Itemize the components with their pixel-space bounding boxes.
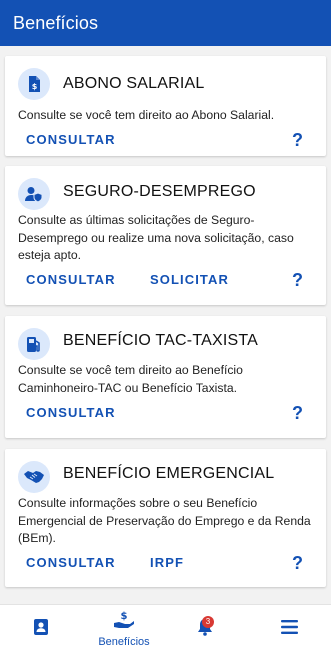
card-seguro-desemprego: SEGURO-DESEMPREGO Consulte as últimas so… bbox=[5, 166, 326, 305]
card-description: Consulte se você tem direito ao Benefíci… bbox=[18, 363, 243, 395]
card-abono-salarial: $ ABONO SALARIAL Consulte se você tem di… bbox=[5, 56, 326, 156]
notification-badge: 3 bbox=[202, 616, 214, 628]
benefits-list: $ ABONO SALARIAL Consulte se você tem di… bbox=[0, 46, 331, 604]
menu-icon bbox=[280, 619, 298, 639]
svg-text:$: $ bbox=[32, 82, 38, 91]
person-shield-icon bbox=[18, 178, 50, 210]
app-bar: Benefícios bbox=[0, 0, 331, 46]
hand-money-icon: $ bbox=[113, 610, 135, 635]
card-description: Consulte se você tem direito ao Abono Sa… bbox=[18, 108, 275, 122]
consultar-button[interactable]: CONSULTAR bbox=[26, 555, 116, 570]
help-button[interactable]: ? bbox=[292, 270, 303, 291]
card-description: Consulte informações sobre o seu Benefíc… bbox=[18, 496, 311, 545]
irpf-button[interactable]: IRPF bbox=[150, 555, 184, 570]
card-title: BENEFÍCIO TAC-TAXISTA bbox=[63, 332, 259, 349]
page-title: Benefícios bbox=[13, 12, 99, 33]
nav-item-menu[interactable] bbox=[270, 605, 308, 652]
id-card-icon bbox=[34, 618, 48, 640]
help-button[interactable]: ? bbox=[292, 553, 303, 574]
handshake-icon bbox=[18, 461, 50, 493]
svg-text:$: $ bbox=[121, 611, 128, 622]
bottom-nav: $ Benefícios 3 bbox=[0, 604, 331, 652]
card-title: ABONO SALARIAL bbox=[63, 75, 205, 92]
card-title: BENEFÍCIO EMERGENCIAL bbox=[63, 465, 275, 482]
help-button[interactable]: ? bbox=[292, 403, 303, 424]
consultar-button[interactable]: CONSULTAR bbox=[26, 405, 116, 420]
nav-label: Benefícios bbox=[98, 636, 150, 648]
nav-item-notifications[interactable]: 3 bbox=[188, 605, 222, 652]
solicitar-button[interactable]: SOLICITAR bbox=[150, 272, 229, 287]
card-title: SEGURO-DESEMPREGO bbox=[63, 183, 256, 200]
consultar-button[interactable]: CONSULTAR bbox=[26, 132, 116, 147]
help-button[interactable]: ? bbox=[292, 130, 303, 151]
fuel-pump-icon bbox=[18, 328, 50, 360]
card-beneficio-emergencial: BENEFÍCIO EMERGENCIAL Consulte informaçõ… bbox=[5, 449, 326, 587]
money-document-icon: $ bbox=[18, 68, 50, 100]
consultar-button[interactable]: CONSULTAR bbox=[26, 272, 116, 287]
nav-item-profile[interactable] bbox=[22, 605, 60, 652]
card-description: Consulte as últimas solicitações de Segu… bbox=[18, 213, 294, 262]
card-beneficio-tac-taxista: BENEFÍCIO TAC-TAXISTA Consulte se você t… bbox=[5, 316, 326, 438]
nav-item-beneficios[interactable]: $ Benefícios bbox=[88, 605, 160, 652]
